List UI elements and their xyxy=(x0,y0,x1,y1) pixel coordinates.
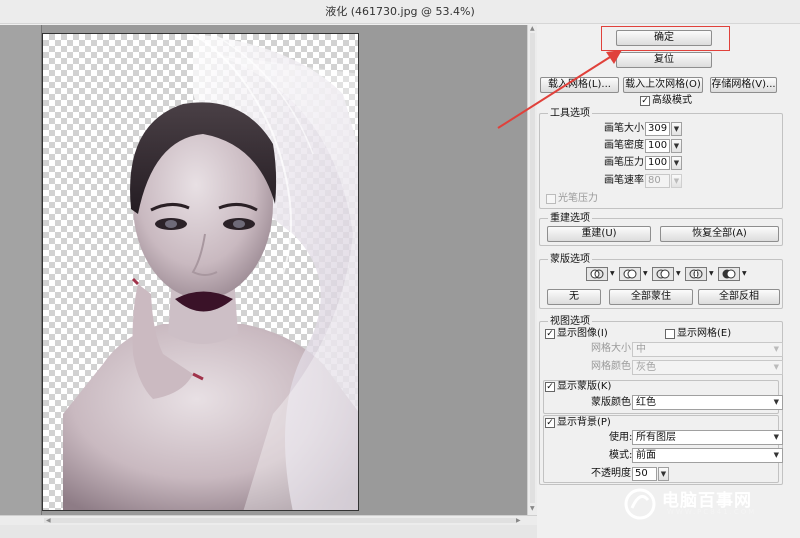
brush-density-label: 画笔密度: xyxy=(604,140,648,151)
mesh-color-select[interactable]: 灰色 ▼ xyxy=(632,360,783,375)
reconstruct-options-title: 重建选项 xyxy=(548,213,592,224)
brush-rate-input[interactable]: 80 xyxy=(645,174,670,188)
backdrop-mode-value: 前面 xyxy=(636,450,656,461)
mesh-size-select[interactable]: 中 ▼ xyxy=(632,342,783,357)
mask-color-label: 蒙版颜色: xyxy=(591,397,635,408)
preview-image[interactable] xyxy=(42,33,359,511)
mask-color-select[interactable]: 红色 ▼ xyxy=(632,395,783,410)
mesh-color-value: 灰色 xyxy=(636,362,656,373)
mask-invert-selection-button[interactable] xyxy=(718,267,740,281)
brush-size-dropdown-icon[interactable]: ▼ xyxy=(671,122,682,136)
save-mesh-button[interactable]: 存储网格(V)... xyxy=(710,77,777,93)
mask-color-value: 红色 xyxy=(636,397,656,408)
mask-options-title: 蒙版选项 xyxy=(548,254,592,265)
opacity-input[interactable]: 50 xyxy=(632,467,657,481)
mask-intersect-selection-button[interactable] xyxy=(685,267,707,281)
chevron-down-icon: ▼ xyxy=(773,433,779,441)
mesh-size-label: 网格大小: xyxy=(591,343,635,354)
mask-subtract-icon xyxy=(656,269,670,279)
advanced-mode-checkbox[interactable]: ✓ xyxy=(640,96,650,106)
view-options-title: 视图选项 xyxy=(548,316,592,327)
reset-button[interactable]: 复位 xyxy=(616,52,712,68)
watermark-url: WWW.PC841.COM xyxy=(667,508,757,516)
ok-button[interactable]: 确定 xyxy=(616,30,712,46)
brush-pressure-input[interactable]: 100 xyxy=(645,156,670,170)
annotation-arrow-icon xyxy=(497,50,622,129)
mask-invert-icon xyxy=(722,269,736,279)
show-mask-checkbox[interactable]: ✓ xyxy=(545,382,555,392)
show-mask-label: 显示蒙版(K) xyxy=(557,381,612,392)
mode-label: 模式: xyxy=(609,450,633,461)
scroll-left-icon[interactable]: ◀ xyxy=(46,517,51,525)
watermark-logo-icon xyxy=(624,488,656,520)
watermark: 电脑百事网 WWW.PC841.COM xyxy=(622,484,798,524)
advanced-mode-label: 高级模式 xyxy=(652,95,692,106)
use-layers-select[interactable]: 所有图层 ▼ xyxy=(632,430,783,445)
brush-density-input[interactable]: 100 xyxy=(645,139,670,153)
show-backdrop-label: 显示背景(P) xyxy=(557,417,611,428)
horizontal-scroll-thumb[interactable] xyxy=(44,518,516,523)
brush-density-dropdown-icon[interactable]: ▼ xyxy=(671,139,682,153)
show-mesh-checkbox[interactable] xyxy=(665,329,675,339)
mask-none-button[interactable]: 无 xyxy=(547,289,601,305)
window-title: 液化 (461730.jpg @ 53.4%) xyxy=(0,0,800,24)
mask-add-icon xyxy=(623,269,637,279)
show-backdrop-checkbox[interactable]: ✓ xyxy=(545,418,555,428)
load-last-mesh-button[interactable]: 载入上次网格(O) xyxy=(623,77,703,93)
mask-invert-dropdown-icon[interactable]: ▼ xyxy=(742,270,747,278)
stylus-pressure-label: 光笔压力 xyxy=(558,193,598,204)
horizontal-scrollbar[interactable]: ◀ ▶ xyxy=(0,515,537,525)
mask-all-button[interactable]: 全部蒙住 xyxy=(609,289,693,305)
mask-replace-icon xyxy=(590,269,604,279)
mask-subtract-selection-button[interactable] xyxy=(652,267,674,281)
reconstruct-button[interactable]: 重建(U) xyxy=(547,226,651,242)
show-image-checkbox[interactable]: ✓ xyxy=(545,329,555,339)
preview-canvas-area[interactable] xyxy=(0,25,527,515)
restore-all-button[interactable]: 恢复全部(A) xyxy=(660,226,779,242)
opacity-label: 不透明度: xyxy=(591,468,635,479)
scroll-up-icon[interactable]: ▲ xyxy=(530,25,535,33)
canvas-gutter xyxy=(0,25,42,515)
chevron-down-icon: ▼ xyxy=(773,345,779,353)
mesh-size-value: 中 xyxy=(636,344,646,355)
mask-intersect-icon xyxy=(689,269,703,279)
invert-all-button[interactable]: 全部反相 xyxy=(698,289,780,305)
mesh-color-label: 网格颜色: xyxy=(591,361,635,372)
mask-intersect-dropdown-icon[interactable]: ▼ xyxy=(709,270,714,278)
chevron-down-icon: ▼ xyxy=(773,451,779,459)
show-image-label: 显示图像(I) xyxy=(557,328,608,339)
stylus-pressure-checkbox[interactable] xyxy=(546,194,556,204)
brush-rate-dropdown-icon[interactable]: ▼ xyxy=(671,174,682,188)
show-mesh-label: 显示网格(E) xyxy=(677,328,732,339)
opacity-dropdown-icon[interactable]: ▼ xyxy=(658,467,669,481)
chevron-down-icon: ▼ xyxy=(773,398,779,406)
mask-subtract-dropdown-icon[interactable]: ▼ xyxy=(676,270,681,278)
brush-pressure-label: 画笔压力: xyxy=(604,157,648,168)
chevron-down-icon: ▼ xyxy=(773,363,779,371)
mask-add-dropdown-icon[interactable]: ▼ xyxy=(643,270,648,278)
portrait-image xyxy=(63,34,358,510)
use-layers-value: 所有图层 xyxy=(636,432,676,443)
mask-add-selection-button[interactable] xyxy=(619,267,641,281)
brush-size-input[interactable]: 309 xyxy=(645,122,670,136)
mask-replace-dropdown-icon[interactable]: ▼ xyxy=(610,270,615,278)
brush-rate-label: 画笔速率: xyxy=(604,175,648,186)
status-bar xyxy=(0,525,537,538)
brush-pressure-dropdown-icon[interactable]: ▼ xyxy=(671,156,682,170)
scroll-down-icon[interactable]: ▼ xyxy=(530,505,535,513)
backdrop-mode-select[interactable]: 前面 ▼ xyxy=(632,448,783,463)
use-label: 使用: xyxy=(609,432,633,443)
mask-replace-selection-button[interactable] xyxy=(586,267,608,281)
scroll-right-icon[interactable]: ▶ xyxy=(516,517,521,525)
